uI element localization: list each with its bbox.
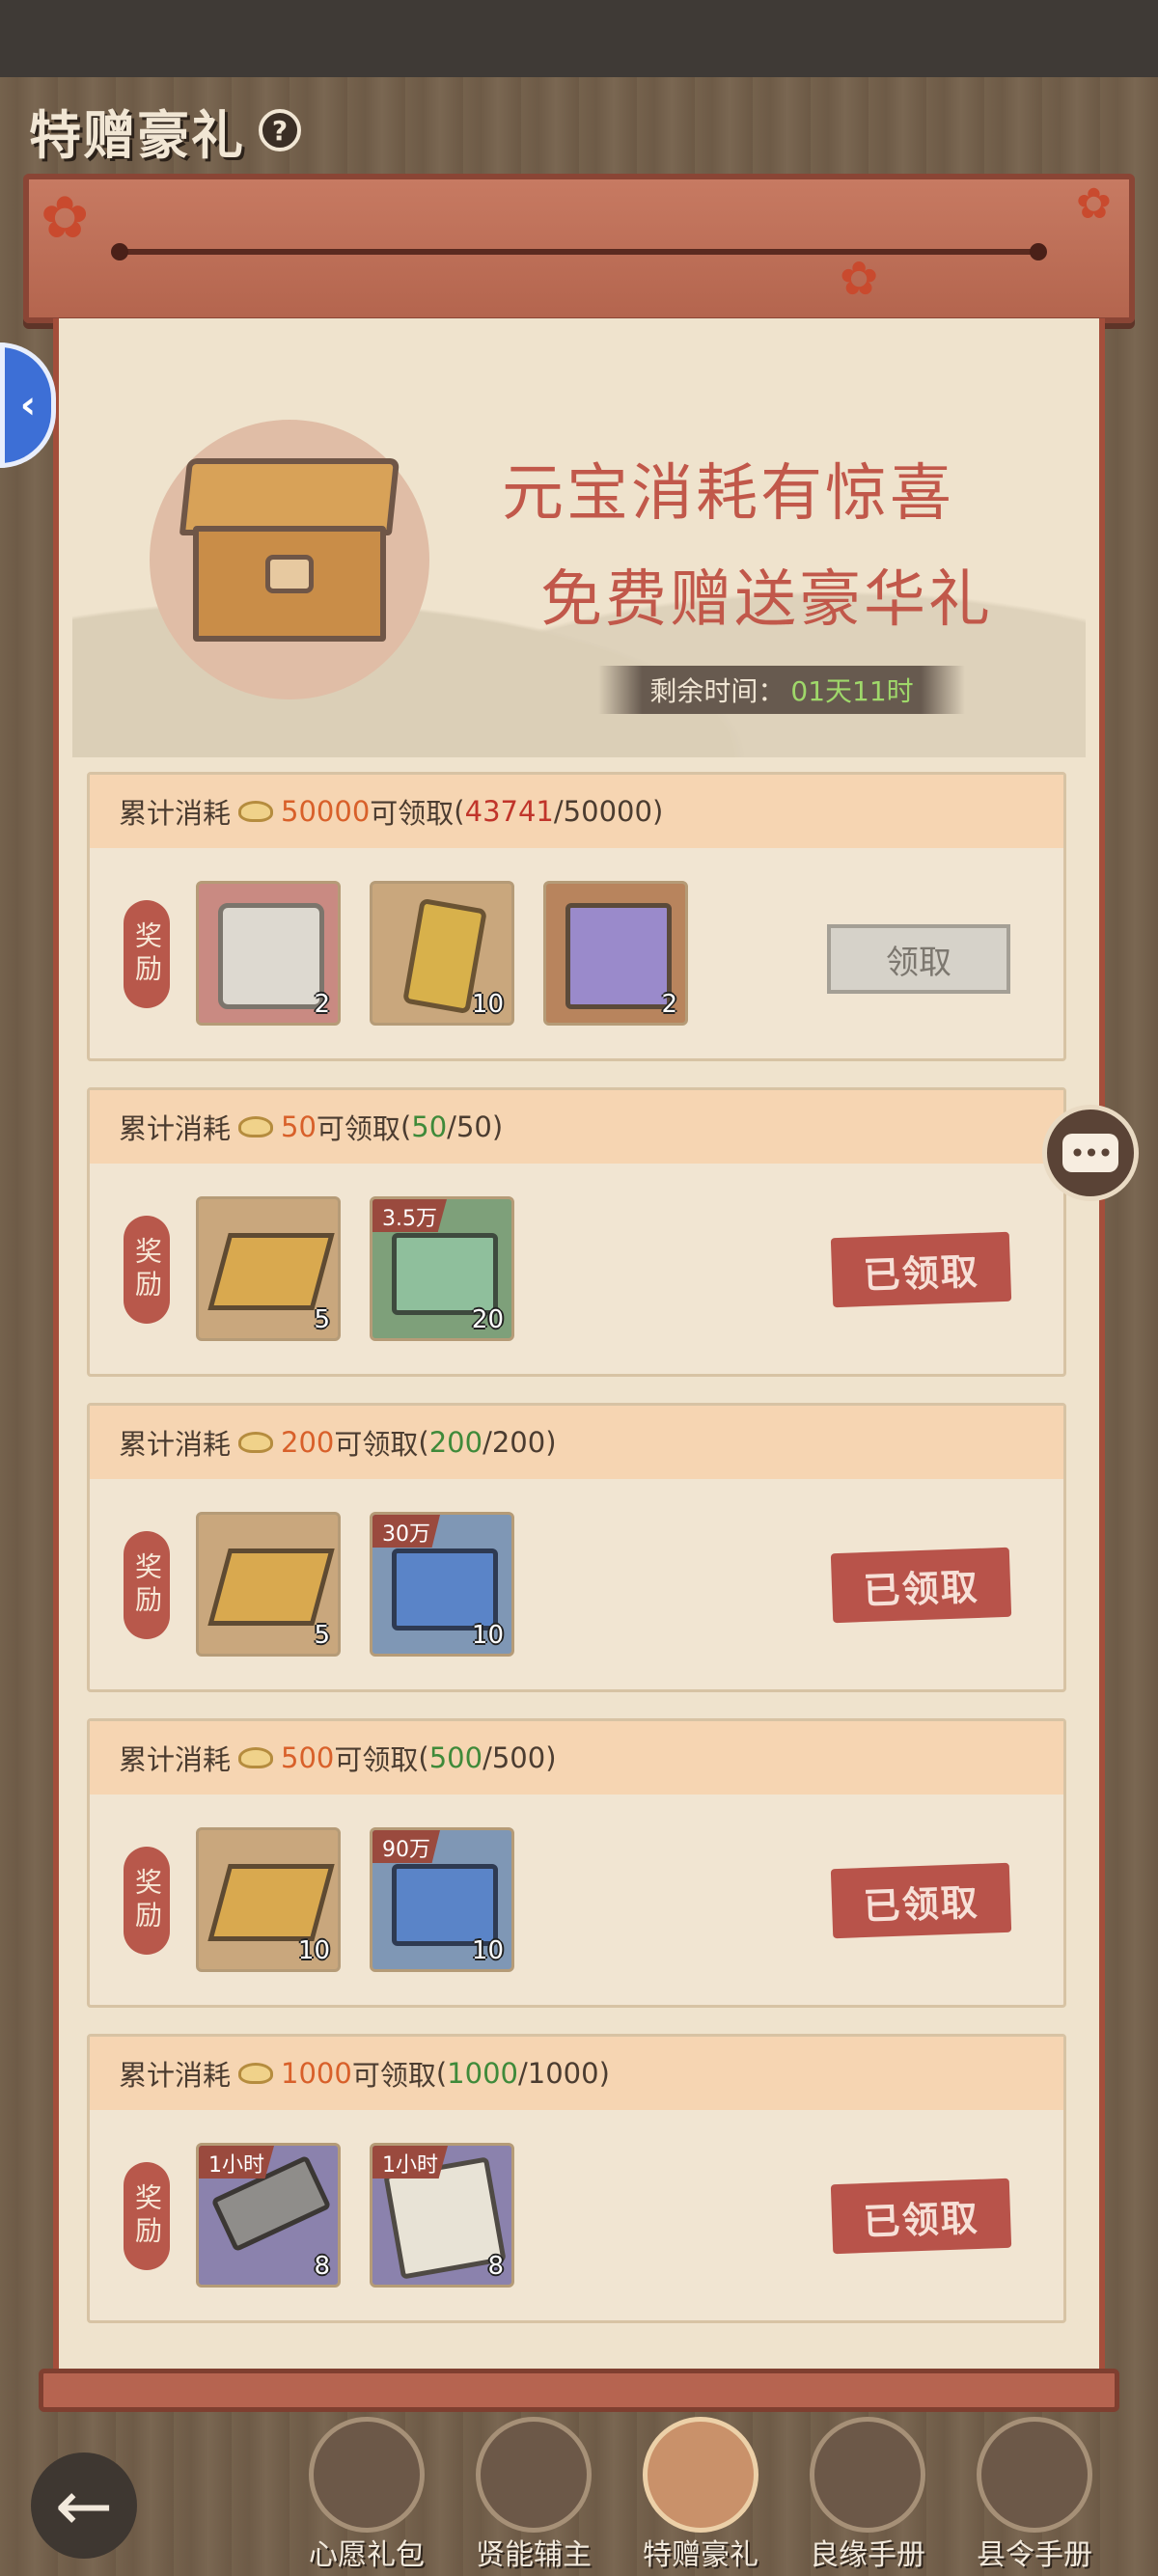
chevron-left-icon: ‹ (19, 383, 37, 427)
coin-book-icon (977, 2417, 1092, 2533)
help-icon[interactable]: ? (259, 109, 301, 151)
blue-chest-icon (392, 1864, 498, 1946)
maple-leaf-icon: ✿ (41, 184, 90, 252)
reward-item[interactable]: 90万 10 (370, 1827, 514, 1972)
tier-requirement: 累计消耗 1000 可领取(1000/1000) (90, 2037, 1063, 2110)
gift-bag-icon (309, 2417, 425, 2533)
event-banner: 元宝消耗有惊喜 免费赠送豪华礼 剩余时间： 01天11时 (72, 333, 1086, 757)
claimed-stamp: 已领取 (830, 1547, 1012, 1624)
reward-label: 奖励 (124, 1531, 170, 1639)
ingot-icon (238, 801, 274, 822)
reward-item[interactable]: 2 (196, 881, 341, 1026)
gold-bars-icon (207, 1233, 335, 1310)
chat-bubble-icon: ••• (1062, 1134, 1118, 1172)
countdown-timer: 剩余时间： 01天11时 (598, 666, 965, 714)
scroll-book-icon (476, 2417, 592, 2533)
countdown-value: 01天11时 (790, 675, 914, 707)
status-bar (0, 0, 1158, 77)
tier-requirement: 累计消耗 500 可领取(500/500) (90, 1721, 1063, 1795)
reward-label: 奖励 (124, 1847, 170, 1955)
nav-talent-assist[interactable]: 贤能辅主 (461, 2417, 606, 2576)
tier-requirement: 累计消耗 200 可领取(200/200) (90, 1406, 1063, 1479)
reward-item[interactable]: 10 (196, 1827, 341, 1972)
reward-tier-card: 累计消耗 50000 可领取(43741/50000) 奖励 2 10 2 领取 (87, 772, 1066, 1061)
nav-special-gift[interactable]: 特赠豪礼 (628, 2417, 773, 2576)
gold-bars-icon (207, 1864, 335, 1941)
maple-leaf-icon: ✿ (1076, 179, 1112, 229)
reward-item[interactable]: 5 (196, 1196, 341, 1341)
page-title: 特赠豪礼 ? (29, 92, 347, 169)
claim-button[interactable]: 领取 (827, 924, 1010, 994)
reward-tier-card: 累计消耗 1000 可领取(1000/1000) 奖励 1小时 8 1小时 8 已领… (87, 2034, 1066, 2323)
nav-wish-gift[interactable]: 心愿礼包 (294, 2417, 439, 2576)
reward-label: 奖励 (124, 2162, 170, 2270)
reward-label: 奖励 (124, 900, 170, 1008)
banner-subheadline: 免费赠送豪华礼 (540, 564, 993, 636)
reward-item[interactable]: 5 (196, 1512, 341, 1657)
page-title-text: 特赠豪礼 (29, 103, 245, 166)
nav-marriage-manual[interactable]: 良缘手册 (795, 2417, 940, 2576)
ingot-icon (238, 2063, 274, 2084)
reward-item[interactable]: 2 (543, 881, 688, 1026)
reward-tier-card: 累计消耗 500 可领取(500/500) 奖励 10 90万 10 已领取 (87, 1718, 1066, 2008)
reward-item[interactable]: 1小时 8 (370, 2143, 514, 2288)
green-chest-icon (392, 1233, 498, 1315)
reward-item[interactable]: 3.5万 20 (370, 1196, 514, 1341)
ingot-icon (238, 1432, 274, 1453)
bottom-nav: ← 心愿礼包 贤能辅主 特赠豪礼 良缘手册 县令手册 (0, 2402, 1158, 2576)
scroll-header: ✿ ✿ ✿ (23, 174, 1135, 323)
blue-chest-icon (392, 1548, 498, 1631)
claimed-stamp: 已领取 (830, 2178, 1012, 2255)
bronze-cauldron-icon (218, 903, 324, 1009)
claimed-stamp: 已领取 (830, 1862, 1012, 1939)
banner-headline: 元宝消耗有惊喜 (502, 458, 954, 530)
tier-requirement: 累计消耗 50 可领取(50/50) (90, 1090, 1063, 1164)
chat-button[interactable]: ••• (1042, 1105, 1139, 1201)
reward-label: 奖励 (124, 1216, 170, 1324)
reward-tier-card: 累计消耗 50 可领取(50/50) 奖励 5 3.5万 20 已领取 (87, 1087, 1066, 1377)
claimed-stamp: 已领取 (830, 1231, 1012, 1308)
red-book-icon (810, 2417, 925, 2533)
gift-box-icon (643, 2417, 758, 2533)
reward-item[interactable]: 30万 10 (370, 1512, 514, 1657)
maple-leaf-icon: ✿ (840, 252, 879, 306)
ticket-crate-icon (565, 903, 672, 1009)
gold-bars-icon (207, 1548, 335, 1626)
reward-item[interactable]: 1小时 8 (196, 2143, 341, 2288)
reward-item[interactable]: 10 (370, 881, 514, 1026)
ingot-icon (238, 1116, 274, 1137)
tier-requirement: 累计消耗 50000 可领取(43741/50000) (90, 775, 1063, 848)
reward-tier-card: 累计消耗 200 可领取(200/200) 奖励 5 30万 10 已领取 (87, 1403, 1066, 1692)
nav-magistrate-manual[interactable]: 县令手册 (962, 2417, 1107, 2576)
treasure-chest-icon (154, 458, 415, 661)
ingot-icon (238, 1747, 274, 1768)
back-arrow-icon[interactable]: ← (31, 2453, 137, 2559)
